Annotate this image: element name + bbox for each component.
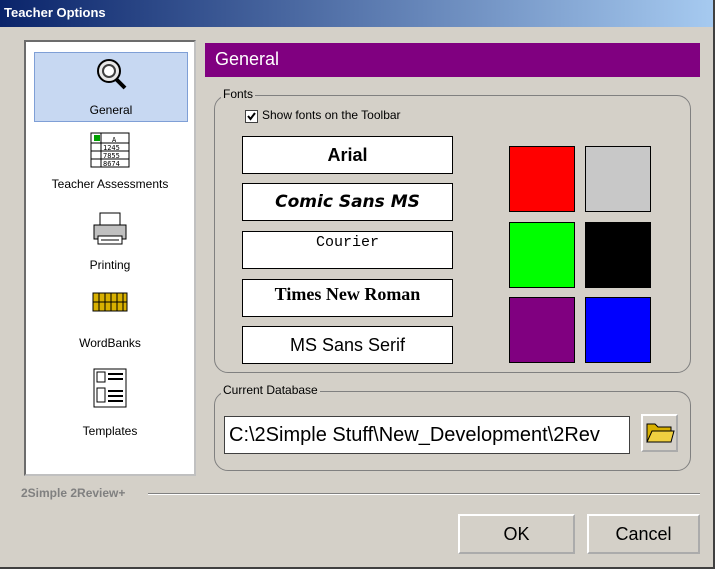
sidebar-item-label: General <box>89 103 133 117</box>
teacher-options-dialog: Teacher Options General A 1245 7855 8674… <box>0 0 715 569</box>
browse-folder-button[interactable] <box>641 414 678 452</box>
color-swatch-green[interactable] <box>509 222 575 288</box>
sidebar-item-templates[interactable]: Templates <box>34 366 186 440</box>
sidebar-item-label: Templates <box>82 424 138 438</box>
check-icon <box>247 112 256 121</box>
sidebar-item-label: Printing <box>89 258 131 272</box>
sidebar-item-teacher-assessments[interactable]: A 1245 7855 8674 Teacher Assessments <box>34 130 186 196</box>
sidebar-item-label: WordBanks <box>79 336 141 350</box>
font-option-courier[interactable]: Courier <box>242 231 453 269</box>
cancel-button[interactable]: Cancel <box>587 514 700 554</box>
font-option-ms-sans-serif[interactable]: MS Sans Serif <box>242 326 453 364</box>
svg-text:1245: 1245 <box>103 144 120 152</box>
sidebar-item-general[interactable]: General <box>34 52 188 122</box>
svg-text:8674: 8674 <box>103 160 120 168</box>
font-option-comic-sans[interactable]: Comic Sans MS <box>242 183 453 221</box>
database-group-label: Current Database <box>221 383 320 397</box>
sidebar-item-printing[interactable]: Printing <box>34 210 186 274</box>
color-swatch-blue[interactable] <box>585 297 651 363</box>
fonts-group-label: Fonts <box>221 87 256 101</box>
sidebar-item-wordbanks[interactable]: WordBanks <box>34 288 186 352</box>
app-name-label: 2Simple 2Review+ <box>21 486 126 500</box>
spreadsheet-icon: A 1245 7855 8674 <box>90 132 130 168</box>
svg-text:7855: 7855 <box>103 152 120 160</box>
folder-icon <box>646 423 675 443</box>
color-swatch-black[interactable] <box>585 222 651 288</box>
font-option-arial[interactable]: Arial <box>242 136 453 174</box>
show-fonts-checkbox[interactable] <box>245 110 258 123</box>
title-bar[interactable]: Teacher Options <box>0 0 713 27</box>
show-fonts-label[interactable]: Show fonts on the Toolbar <box>262 108 401 122</box>
sidebar-item-label: Teacher Assessments <box>51 177 169 191</box>
ok-button[interactable]: OK <box>458 514 575 554</box>
printer-icon <box>93 212 127 245</box>
color-swatch-silver[interactable] <box>585 146 651 212</box>
magnifier-icon <box>97 59 127 90</box>
color-swatch-red[interactable] <box>509 146 575 212</box>
options-sidebar: General A 1245 7855 8674 Teacher Assessm… <box>24 40 196 476</box>
footer-separator <box>148 493 700 495</box>
database-path-field[interactable]: C:\2Simple Stuff\New_Development\2Rev <box>224 416 630 454</box>
section-header: General <box>205 43 700 77</box>
window-title: Teacher Options <box>4 5 106 20</box>
template-icon <box>93 368 127 408</box>
section-title: General <box>215 49 280 69</box>
color-swatch-purple[interactable] <box>509 297 575 363</box>
font-option-times[interactable]: Times New Roman <box>242 279 453 317</box>
wordbank-icon <box>92 292 128 312</box>
